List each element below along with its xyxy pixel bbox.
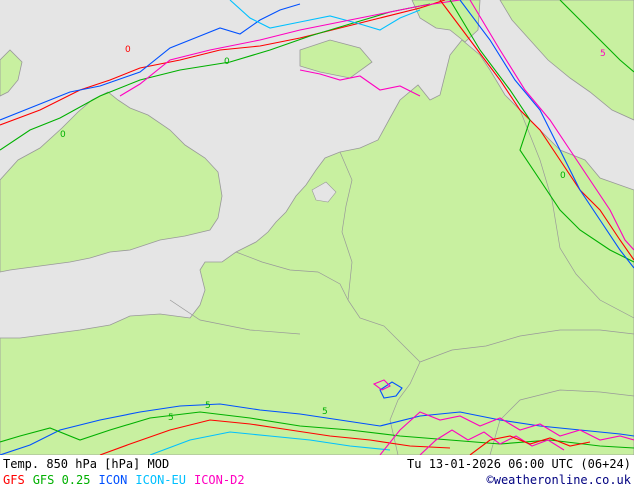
model-legend: GFS GFS 0.25 ICON ICON-EU ICON-D2 — [3, 473, 253, 488]
footer: Temp. 850 hPa [hPa] MOD Tu 13-01-2026 06… — [0, 455, 634, 490]
legend-icon-eu[interactable]: ICON-EU — [135, 473, 186, 487]
site-credit[interactable]: ©weatheronline.co.uk — [487, 473, 632, 488]
legend-gfs[interactable]: GFS — [3, 473, 25, 487]
legend-icon-d2[interactable]: ICON-D2 — [194, 473, 245, 487]
map-canvas: 0 0 0 0 5 5 5 5 — [0, 0, 634, 455]
contour-label: 5 — [205, 401, 211, 411]
contour-label: 0 — [560, 171, 566, 181]
contour-label: 5 — [322, 407, 328, 417]
legend-gfs-025[interactable]: GFS 0.25 — [33, 473, 91, 487]
contour-label: 0 — [125, 45, 131, 55]
contour-label: 5 — [168, 413, 174, 423]
contour-label: 5 — [600, 49, 606, 59]
product-label: Temp. 850 hPa [hPa] MOD — [3, 457, 170, 471]
contour-label: 0 — [60, 130, 66, 140]
map-area: 0 0 0 0 5 5 5 5 — [0, 0, 634, 455]
legend-icon[interactable]: ICON — [98, 473, 127, 487]
valid-time: Tu 13-01-2026 06:00 UTC (06+24) — [407, 457, 631, 471]
contour-label: 0 — [224, 57, 230, 67]
